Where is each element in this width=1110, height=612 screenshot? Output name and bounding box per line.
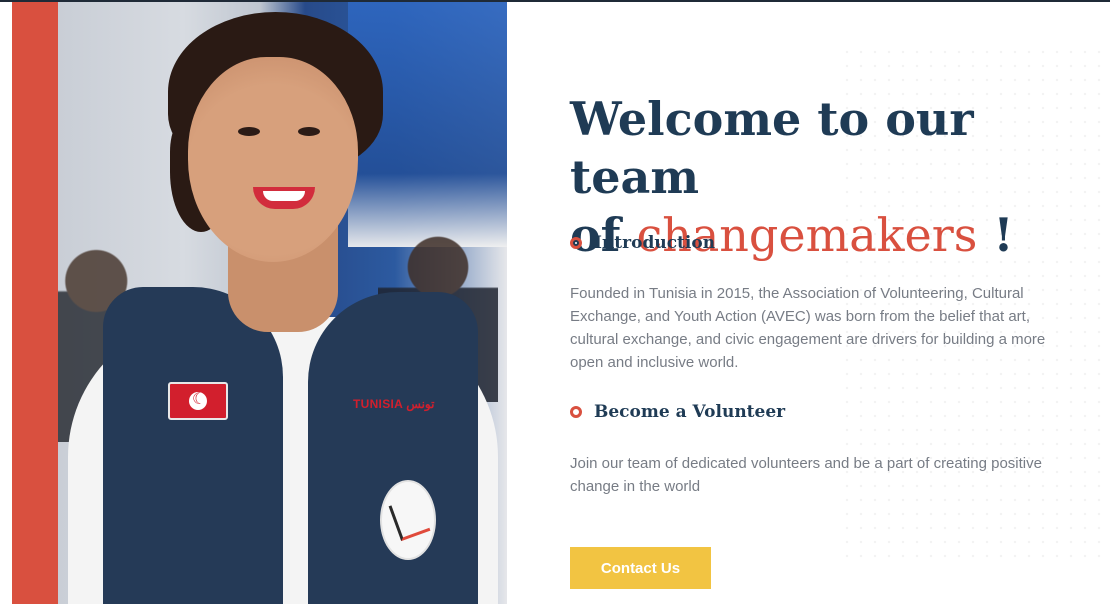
tunisia-flag-icon bbox=[168, 382, 228, 420]
photo-vest-right bbox=[308, 292, 478, 604]
section-introduction-text: Founded in Tunisia in 2015, the Associat… bbox=[570, 285, 1046, 371]
bullet-dot-icon bbox=[570, 237, 582, 249]
photo-eye-left bbox=[238, 127, 260, 136]
photo-vest-left bbox=[103, 287, 283, 604]
avec-logo-badge-icon bbox=[380, 480, 436, 560]
section-volunteer-title: Become a Volunteer bbox=[594, 402, 786, 422]
section-volunteer: Become a Volunteer bbox=[570, 402, 785, 422]
hero-photo: TUNISIA تونس bbox=[58, 2, 507, 604]
section-volunteer-text: Join our team of dedicated volunteers an… bbox=[570, 455, 1042, 495]
flag-crescent-icon bbox=[189, 389, 207, 410]
contact-us-button[interactable]: Contact Us bbox=[570, 547, 711, 589]
section-introduction: Introduction bbox=[570, 233, 715, 253]
photo-face bbox=[188, 57, 358, 262]
vest-print-text: TUNISIA تونس bbox=[353, 397, 435, 411]
hero-title-line2-suffix: ! bbox=[977, 208, 1014, 262]
photo-eye-right bbox=[298, 127, 320, 136]
hero-title-line1: Welcome to our team bbox=[570, 92, 974, 204]
decorative-red-strip bbox=[12, 2, 58, 604]
section-introduction-title: Introduction bbox=[594, 233, 716, 253]
bullet-dot-icon bbox=[570, 406, 582, 418]
